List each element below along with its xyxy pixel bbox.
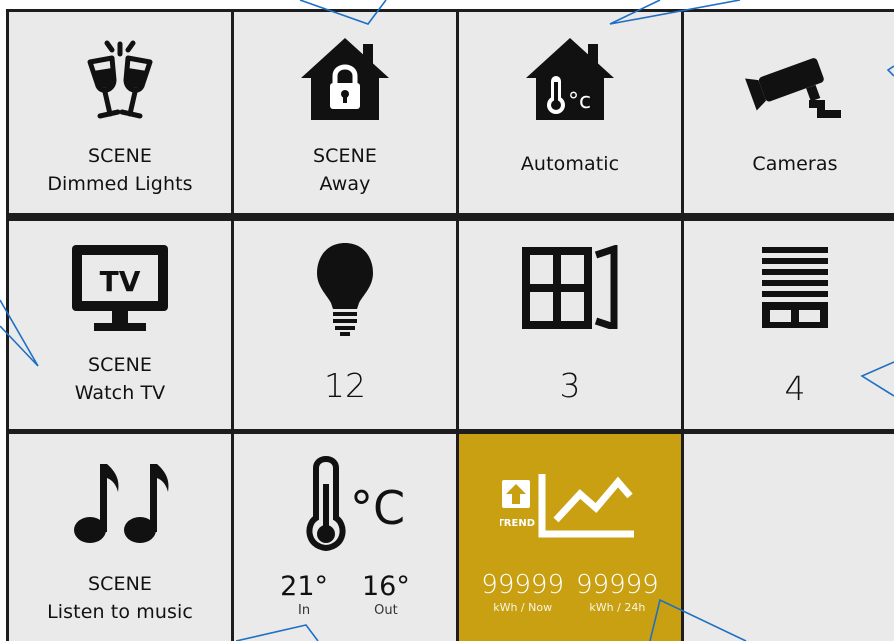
tile-energy-trend[interactable]: TREND 99999 kWh / Now 99999 kWh / 24h	[459, 434, 681, 641]
tile-scene-dimmed-lights[interactable]: SCENE Dimmed Lights	[9, 12, 231, 213]
energy-day-label: kWh / 24h	[589, 601, 646, 614]
energy-day-value: 99999	[576, 570, 659, 600]
light-bulb-icon	[234, 241, 456, 337]
blinds-icon	[684, 245, 894, 329]
energy-readings: 99999 kWh / Now 99999 kWh / 24h	[459, 570, 681, 616]
svg-text:TV: TV	[100, 265, 141, 298]
thermometer-celsius-icon: °C	[234, 454, 456, 554]
scene-label: SCENE	[87, 354, 153, 376]
window-icon	[459, 245, 681, 329]
svg-text:TREND: TREND	[500, 518, 535, 529]
scene-name: Away	[319, 173, 371, 195]
wine-glasses-icon	[9, 40, 231, 124]
house-lock-icon	[234, 34, 456, 124]
scene-label: SCENE	[87, 145, 153, 167]
tile-empty	[684, 434, 894, 641]
temperature-readings: 21° In 16° Out	[234, 572, 456, 620]
indoor-temperature-label: In	[298, 603, 311, 618]
tile-cameras[interactable]: Cameras	[684, 12, 894, 213]
scene-name: Dimmed Lights	[47, 173, 193, 195]
tile-automatic[interactable]: °c Automatic	[459, 12, 681, 213]
outdoor-temperature-value: 16°	[362, 571, 410, 602]
indoor-temperature: 21° In	[280, 572, 328, 620]
svg-text:°C: °C	[350, 481, 405, 535]
house-thermometer-icon: °c	[459, 34, 681, 124]
tile-label: Automatic	[520, 153, 620, 175]
tile-scene-listen-to-music[interactable]: SCENE Listen to music	[9, 434, 231, 641]
outdoor-temperature: 16° Out	[362, 572, 410, 620]
tile-label: Cameras	[752, 153, 838, 175]
lights-count: 12	[324, 366, 366, 405]
indoor-temperature-value: 21°	[280, 571, 328, 602]
outdoor-temperature-label: Out	[374, 603, 398, 618]
tile-windows[interactable]: 3	[459, 221, 681, 429]
scene-label: SCENE	[312, 145, 378, 167]
tile-blinds[interactable]: 4	[684, 221, 894, 429]
svg-text:°c: °c	[568, 89, 591, 114]
smart-home-dashboard: SCENE Dimmed Lights SCENE Away °c Automa…	[0, 0, 894, 641]
trend-chart-icon: TREND	[459, 470, 681, 546]
scene-label: SCENE	[87, 573, 153, 595]
tv-icon: TV	[9, 241, 231, 335]
tile-grid: SCENE Dimmed Lights SCENE Away °c Automa…	[6, 9, 894, 641]
music-notes-icon	[9, 458, 231, 548]
blinds-count: 4	[784, 369, 806, 408]
scene-name: Watch TV	[74, 382, 166, 404]
security-camera-icon	[684, 52, 894, 122]
energy-now-label: kWh / Now	[493, 601, 553, 614]
energy-day: 99999 kWh / 24h	[576, 570, 659, 616]
scene-name: Listen to music	[47, 601, 193, 623]
tile-scene-watch-tv[interactable]: TV SCENE Watch TV	[9, 221, 231, 429]
tile-temperature[interactable]: °C 21° In 16° Out	[234, 434, 456, 641]
energy-now-value: 99999	[481, 570, 564, 600]
energy-now: 99999 kWh / Now	[481, 570, 564, 616]
tile-scene-away[interactable]: SCENE Away	[234, 12, 456, 213]
windows-count: 3	[559, 366, 581, 405]
tile-lights[interactable]: 12	[234, 221, 456, 429]
